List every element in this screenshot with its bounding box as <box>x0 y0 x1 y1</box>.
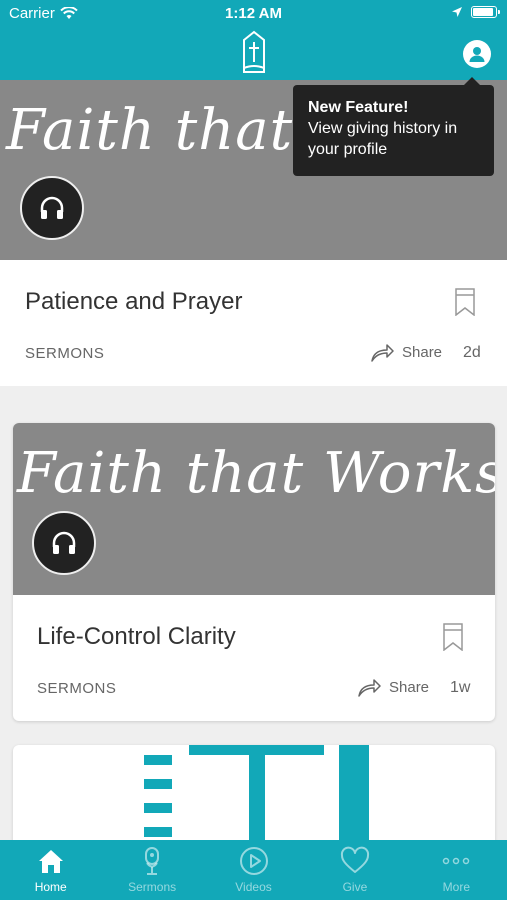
play-icon <box>239 847 268 875</box>
sermon-card[interactable] <box>13 745 495 840</box>
share-label: Share <box>389 678 430 696</box>
location-icon <box>452 7 462 17</box>
tooltip-body: View giving history in your profile <box>308 120 458 158</box>
audio-play-button[interactable] <box>20 176 84 240</box>
top-bar: Carrier 1:12 AM <box>0 0 507 80</box>
tab-label: Sermons <box>128 880 177 894</box>
microphone-icon <box>145 847 160 875</box>
more-icon <box>443 857 470 865</box>
tab-label: Home <box>34 880 67 894</box>
battery-icon <box>471 6 500 18</box>
tab-label: Videos <box>235 880 272 894</box>
post-age: 1w <box>450 679 471 696</box>
new-feature-tooltip[interactable]: New Feature! View giving history in your… <box>293 77 494 176</box>
tab-label: More <box>442 880 470 894</box>
profile-button[interactable] <box>463 40 491 68</box>
home-icon <box>38 850 63 873</box>
status-bar: Carrier 1:12 AM <box>0 0 507 28</box>
sermon-card[interactable]: Faith that Works Life-Control Clarity SE… <box>13 423 495 721</box>
share-label: Share <box>402 343 443 361</box>
tab-sermons[interactable]: Sermons <box>101 840 202 900</box>
sermon-title[interactable]: Patience and Prayer <box>25 288 242 316</box>
tooltip-title: New Feature! <box>308 99 409 116</box>
bookmark-icon[interactable] <box>443 623 463 651</box>
tab-label: Give <box>342 880 368 894</box>
church-logo <box>243 30 265 73</box>
tab-videos[interactable]: Videos <box>203 840 304 900</box>
status-time: 1:12 AM <box>225 5 282 22</box>
tab-home[interactable]: Home <box>0 840 101 900</box>
tab-give[interactable]: Give <box>304 840 405 900</box>
share-button[interactable]: Share <box>357 677 429 697</box>
sermon-banner-graphic <box>144 745 369 840</box>
audio-play-button[interactable] <box>32 511 96 575</box>
sermon-category: SERMONS <box>25 345 105 362</box>
banner-title: Faith that Works <box>17 441 495 506</box>
sermon-title[interactable]: Life-Control Clarity <box>37 623 236 651</box>
share-icon <box>358 679 381 697</box>
tab-more[interactable]: More <box>406 840 507 900</box>
user-icon <box>469 47 485 62</box>
tab-bar: Home Sermons Videos Give More <box>0 840 507 900</box>
heart-icon <box>340 846 369 873</box>
share-button[interactable]: Share <box>370 342 442 362</box>
bookmark-icon[interactable] <box>455 288 475 316</box>
sermon-banner[interactable]: Faith that Works <box>13 423 495 595</box>
content-feed[interactable]: Faith that Works Patience and Prayer SER… <box>0 80 507 840</box>
share-icon <box>371 344 394 362</box>
post-age: 2d <box>463 344 481 361</box>
headphones-icon <box>40 196 64 219</box>
headphones-icon <box>52 531 76 554</box>
sermon-category: SERMONS <box>37 680 117 697</box>
